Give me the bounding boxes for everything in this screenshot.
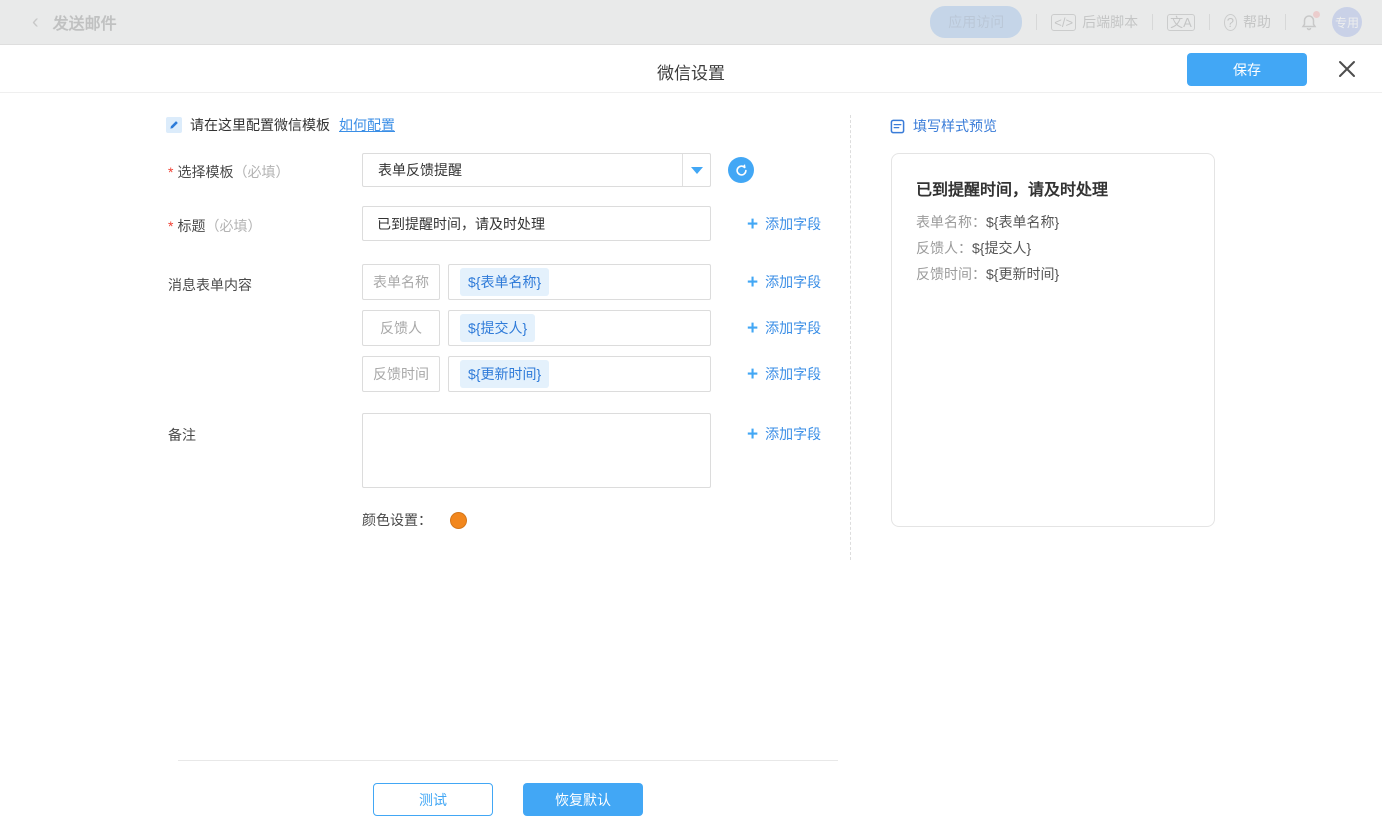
template-select[interactable]: 表单反馈提醒 bbox=[362, 153, 711, 187]
title-label: *标题（必填） bbox=[168, 216, 261, 236]
question-icon: ? bbox=[1224, 14, 1237, 31]
divider bbox=[1036, 14, 1037, 30]
field-tag[interactable]: ${表单名称} bbox=[460, 268, 549, 296]
field-tag[interactable]: ${提交人} bbox=[460, 314, 535, 342]
config-tip-text: 请在这里配置微信模板 bbox=[190, 115, 330, 135]
code-icon: </> bbox=[1051, 14, 1076, 31]
select-caret[interactable] bbox=[682, 154, 710, 186]
restore-default-button[interactable]: 恢复默认 bbox=[523, 783, 643, 816]
required-mark: * bbox=[168, 218, 173, 234]
help-button[interactable]: ? 帮助 bbox=[1224, 12, 1271, 32]
back-chevron-icon[interactable]: ‹ bbox=[32, 12, 39, 32]
how-to-config-link[interactable]: 如何配置 bbox=[339, 115, 395, 135]
preview-card: 已到提醒时间，请及时处理 表单名称：${表单名称} 反馈人：${提交人} 反馈时… bbox=[891, 153, 1215, 527]
content-label: 消息表单内容 bbox=[168, 275, 252, 295]
topbar-dimmed: ‹ 发送邮件 应用访问 </> 后端脚本 文A ? 帮助 bbox=[0, 0, 1382, 45]
required-mark: * bbox=[168, 164, 173, 180]
content-key-input[interactable] bbox=[362, 356, 440, 392]
chevron-down-icon bbox=[691, 167, 703, 174]
plus-icon: + bbox=[747, 273, 758, 292]
color-setting-row: 颜色设置： bbox=[362, 510, 467, 530]
wechat-settings-modal: 微信设置 保存 请在这里配置微信模板 如何配置 *选择模板（必填） 表单反馈提醒… bbox=[0, 45, 1382, 840]
content-value-field[interactable]: ${表单名称} bbox=[448, 264, 711, 300]
plus-icon: + bbox=[747, 215, 758, 234]
avatar[interactable]: 专用 bbox=[1332, 7, 1362, 37]
refresh-icon bbox=[734, 163, 749, 178]
close-icon[interactable] bbox=[1336, 58, 1358, 80]
save-button[interactable]: 保存 bbox=[1187, 53, 1307, 86]
content-key-input[interactable] bbox=[362, 264, 440, 300]
preview-line: 反馈时间：${更新时间} bbox=[916, 264, 1059, 284]
preview-header: 填写样式预览 bbox=[890, 116, 997, 136]
page-title: 发送邮件 bbox=[53, 10, 117, 34]
plus-icon: + bbox=[747, 425, 758, 444]
pencil-icon bbox=[166, 117, 182, 133]
content-value-field[interactable]: ${提交人} bbox=[448, 310, 711, 346]
document-icon bbox=[890, 119, 905, 134]
notification-dot bbox=[1313, 11, 1320, 18]
template-label: *选择模板（必填） bbox=[168, 162, 289, 182]
modal-title: 微信设置 bbox=[0, 59, 1382, 84]
add-field-remark[interactable]: + 添加字段 bbox=[747, 424, 821, 444]
language-icon: 文A bbox=[1167, 14, 1195, 31]
refresh-button[interactable] bbox=[728, 157, 754, 183]
remark-textarea[interactable] bbox=[362, 413, 711, 488]
divider bbox=[1285, 14, 1286, 30]
topbar-content: ‹ 发送邮件 应用访问 </> 后端脚本 文A ? 帮助 bbox=[0, 0, 1382, 44]
preview-title: 已到提醒时间，请及时处理 bbox=[916, 176, 1108, 200]
preview-line: 反馈人：${提交人} bbox=[916, 238, 1031, 258]
content-key-input[interactable] bbox=[362, 310, 440, 346]
divider bbox=[1209, 14, 1210, 30]
pane-divider bbox=[850, 115, 851, 560]
field-tag[interactable]: ${更新时间} bbox=[460, 360, 549, 388]
app-access-button[interactable]: 应用访问 bbox=[930, 6, 1022, 38]
plus-icon: + bbox=[747, 319, 758, 338]
color-setting-label: 颜色设置： bbox=[362, 510, 432, 530]
language-button[interactable]: 文A bbox=[1167, 14, 1195, 31]
notification-bell-icon[interactable] bbox=[1300, 13, 1318, 31]
add-field-row1[interactable]: + 添加字段 bbox=[747, 272, 821, 292]
modal-header: 微信设置 保存 bbox=[0, 45, 1382, 93]
title-input[interactable] bbox=[362, 206, 711, 241]
add-field-row3[interactable]: + 添加字段 bbox=[747, 364, 821, 384]
test-button[interactable]: 测试 bbox=[373, 783, 493, 816]
preview-header-text: 填写样式预览 bbox=[913, 116, 997, 136]
backend-script-button[interactable]: </> 后端脚本 bbox=[1051, 12, 1138, 32]
add-field-title[interactable]: + 添加字段 bbox=[747, 214, 821, 234]
template-select-value: 表单反馈提醒 bbox=[363, 160, 682, 180]
plus-icon: + bbox=[747, 365, 758, 384]
content-value-field[interactable]: ${更新时间} bbox=[448, 356, 711, 392]
remark-label: 备注 bbox=[168, 425, 196, 445]
config-header: 请在这里配置微信模板 如何配置 bbox=[166, 115, 395, 135]
add-field-row2[interactable]: + 添加字段 bbox=[747, 318, 821, 338]
color-swatch[interactable] bbox=[450, 512, 467, 529]
bottom-divider bbox=[178, 760, 838, 761]
preview-line: 表单名称：${表单名称} bbox=[916, 212, 1059, 232]
divider bbox=[1152, 14, 1153, 30]
